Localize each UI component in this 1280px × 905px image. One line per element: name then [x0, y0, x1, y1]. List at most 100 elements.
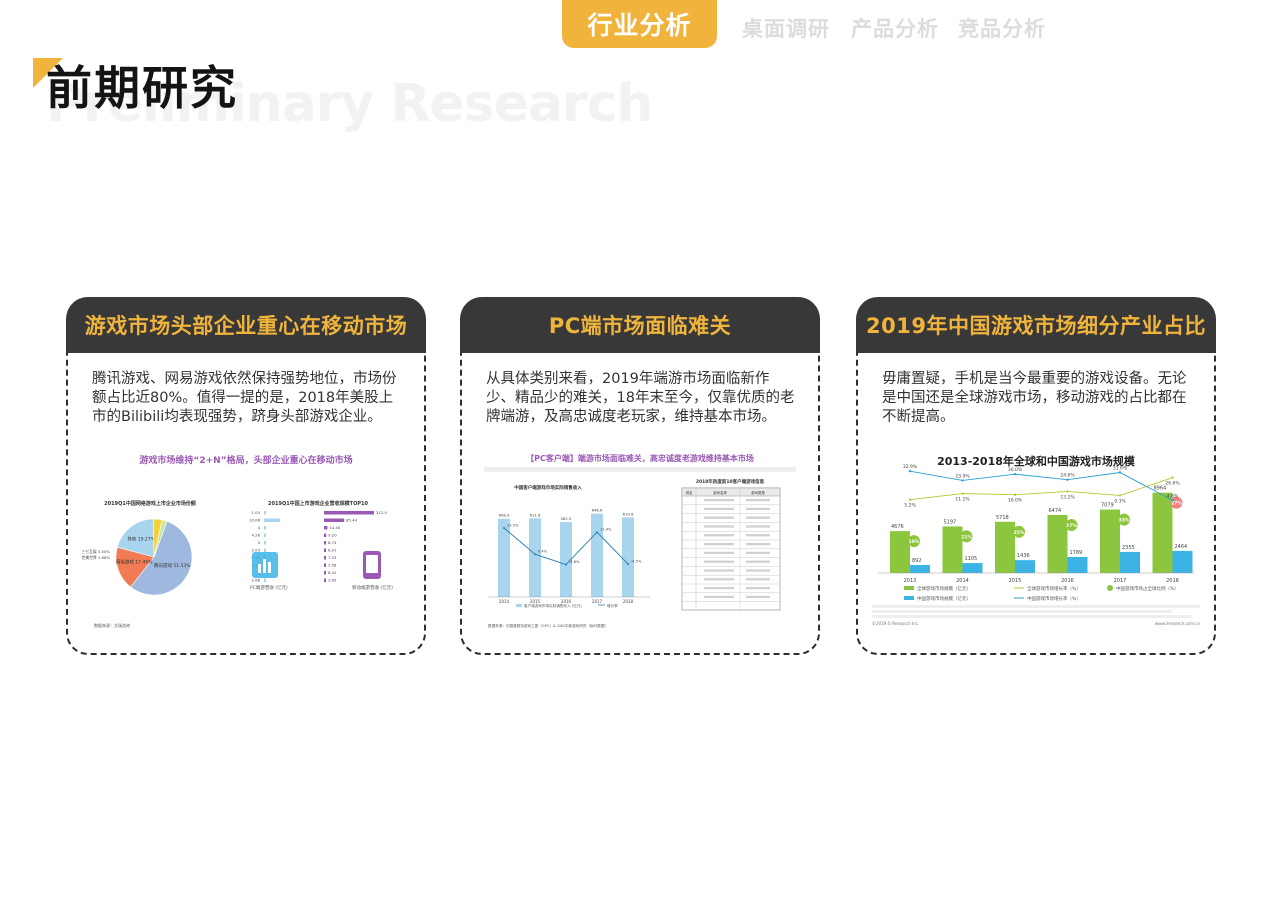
pc-revenue-bar — [264, 541, 266, 545]
china-market-bar — [962, 563, 983, 573]
mobile-revenue-bar — [324, 541, 327, 545]
table-cell-placeholder — [746, 587, 770, 590]
global-value-label: 5197 — [944, 519, 957, 525]
global-market-bar — [942, 526, 963, 573]
global-value-label: 7079 — [1101, 503, 1114, 509]
nav-tab-competitor-analysis[interactable]: 竞品分析 — [958, 13, 1046, 43]
note-line — [872, 610, 1172, 613]
pc-chart-title: 中国客户端游戏市场实际销售收入 — [514, 484, 582, 491]
growth-rate-point — [596, 531, 598, 534]
global-value-label: 6474 — [1049, 508, 1062, 514]
revenue-bar — [498, 518, 510, 597]
growth-rate-point — [565, 563, 567, 566]
market-share-figure-svg: 游戏市场维持“2+N”格局，头部企业重心在移动市场 2019Q1中国网络游戏上市… — [82, 454, 394, 628]
table-header-type: 游戏类型 — [751, 490, 765, 495]
figure-subtitle-placeholder — [484, 467, 796, 472]
growth-rate-label: 0.4% — [538, 550, 548, 554]
pie-slice-label: 三七互娱 3.50% — [82, 549, 111, 554]
global-growth-label: 26.6% — [1165, 481, 1180, 487]
growth-rate-label: 13.5% — [507, 524, 519, 528]
growth-rate-label: -4.5% — [631, 560, 642, 564]
china-growth-label: 32.9% — [903, 464, 918, 470]
bar-value-label: 619.6 — [623, 511, 634, 516]
table-cell-placeholder — [704, 543, 734, 546]
bar-value-label: 3.65 — [328, 578, 337, 583]
global-value-label: 4676 — [891, 524, 904, 530]
table-cell-placeholder — [746, 569, 770, 572]
pc-revenue-bar — [264, 578, 266, 582]
market-size-figure-svg: 2013-2018年全球和中国游戏市场规模 4676 892 19% 2013 5197… — [872, 454, 1200, 626]
card-pc-market: PC端市场面临难关 从具体类别来看，2019年端游市场面临新作少、精品少的难关，… — [460, 297, 820, 655]
pie-chart-title: 2019Q1中国网络游戏上市企业市场份额 — [104, 500, 197, 507]
china-value-label: 1105 — [965, 556, 978, 562]
bar-value-label: 85.44 — [346, 518, 357, 523]
nav-tab-product-analysis[interactable]: 产品分析 — [851, 13, 939, 43]
table-cell-placeholder — [704, 499, 734, 502]
figure-source: 数据来源：艾瑞咨询 — [94, 622, 130, 628]
bar-left-value: 33.06 — [249, 518, 260, 523]
legend-mobile-label: 移动端游营收 (亿元) — [352, 584, 393, 591]
global-growth-point — [961, 492, 964, 495]
card-title: 游戏市场头部企业重心在移动市场 — [66, 297, 426, 353]
global-growth-point — [1066, 490, 1069, 493]
nav-tab-desk-research[interactable]: 桌面调研 — [742, 13, 830, 43]
share-bubble-label: 25% — [1014, 530, 1025, 536]
legend-label: 全球游戏市场增长率（%） — [1027, 585, 1081, 592]
card-segment-share: 2019年中国游戏市场细分产业占比 毋庸置疑，手机是当今最重要的游戏设备。无论是… — [856, 297, 1216, 655]
legend-growth: 增长率 — [607, 603, 618, 608]
global-growth-point — [908, 498, 912, 501]
mobile-revenue-bar — [324, 526, 328, 530]
mobile-revenue-bar — [324, 571, 326, 575]
top10-game-table: 排名 游戏名称 游戏类型 — [681, 487, 781, 611]
page-title: 前期研究 — [46, 61, 238, 115]
pc-revenue-figure-svg: 【PC客户端】端游市场面临难关，高忠诚度老游戏维持基本市场 中国客户端游戏市场实… — [484, 453, 796, 628]
global-growth-label: 13.2% — [1060, 494, 1075, 500]
china-market-bar — [1172, 550, 1193, 573]
share-bubble-label: 19% — [909, 539, 920, 545]
table-cell-placeholder — [704, 578, 734, 581]
bar-left-value: 2.03 — [252, 548, 261, 553]
bar-value-label: 14.40 — [329, 525, 340, 530]
table-cell-placeholder — [704, 595, 734, 598]
growth-rate-label: 11.4% — [600, 528, 612, 532]
mobile-revenue-bar — [324, 563, 326, 567]
table-cell-placeholder — [704, 587, 734, 590]
global-market-bar — [995, 521, 1015, 573]
legend-label: 中国游戏市场增长率（%） — [1027, 595, 1081, 602]
pc-chart-icon-bar — [268, 562, 271, 573]
table-header-name: 游戏名称 — [713, 490, 727, 495]
pie-chart: 腾讯游戏 51.53%网易游戏 17.45% 其他 19.27% 三七互娱 3.50… — [82, 518, 193, 596]
table-cell-placeholder — [746, 507, 770, 510]
bar-value-label: 3.58 — [328, 563, 337, 568]
bar-value-label: 608.9 — [499, 513, 510, 518]
china-value-label: 2464 — [1175, 544, 1188, 550]
x-tick-label: 2013 — [904, 578, 917, 584]
nav-tab-industry-analysis[interactable]: 行业分析 — [562, 0, 717, 48]
note-line — [872, 615, 1192, 618]
legend-swatch — [1107, 585, 1113, 591]
growth-rate-point — [503, 527, 505, 529]
figure-pc-revenue: 【PC客户端】端游市场面临难关，高忠诚度老游戏维持基本市场 中国客户端游戏市场实… — [468, 447, 812, 639]
figure-source: 数据来源：中国音数协游戏工委（GPC）& CNG中新游戏研究（伽马数据） — [488, 623, 608, 628]
legend-label: 全球游戏市场规模（亿元） — [917, 585, 971, 592]
x-tick-label: 2017 — [1114, 578, 1127, 584]
chart-legend: 全球游戏市场规模（亿元） 全球游戏市场增长率（%） 中国游戏市场占全球比例（%）… — [904, 585, 1179, 602]
legend-revenue: 客户端游戏市场实际销售收入 (亿元) — [524, 603, 582, 608]
growth-rate-point — [534, 553, 536, 556]
share-bubble-label: 27% — [1066, 523, 1077, 529]
mobile-phone-icon-screen — [366, 555, 378, 573]
china-growth-label: 23.9% — [955, 473, 970, 479]
pc-revenue-bar — [264, 511, 266, 515]
table-cell-placeholder — [746, 543, 770, 546]
table-cell-placeholder — [704, 516, 734, 519]
bar-left-value: 1.03 — [252, 510, 261, 515]
table-cell-placeholder — [746, 534, 770, 537]
pc-revenue-bar — [264, 533, 267, 537]
share-bubble-label: 33% — [1119, 518, 1130, 524]
bar-value-label: 611.6 — [530, 512, 541, 517]
table-cell-placeholder — [746, 551, 770, 554]
bar-left-value: 0 — [258, 540, 261, 545]
mobile-revenue-bar — [324, 533, 327, 537]
china-growth-point — [1013, 472, 1017, 476]
global-growth-label: 10.0% — [1008, 498, 1023, 504]
